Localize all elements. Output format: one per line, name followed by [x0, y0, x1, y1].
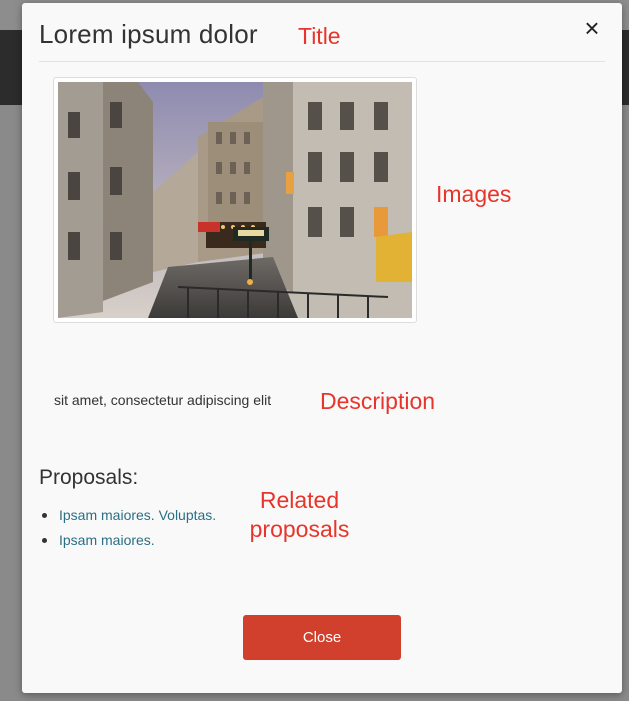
proposal-link[interactable]: Ipsam maiores. — [59, 532, 155, 548]
annotation-related-line1: Related — [259, 487, 340, 513]
annotation-description: Description — [320, 388, 436, 414]
list-item: Ipsam maiores. Voluptas. — [39, 505, 216, 530]
related-proposals-list: Ipsam maiores. Voluptas. Ipsam maiores. — [39, 505, 216, 555]
list-item: Ipsam maiores. — [39, 530, 216, 555]
annotation-related-line2: proposals — [249, 516, 350, 542]
proposals-heading: Proposals: — [39, 466, 139, 489]
annotation-related-proposals: Related proposals — [247, 486, 352, 544]
annotation-title: Title — [298, 23, 341, 49]
annotation-images: Images — [436, 181, 512, 207]
proposal-link[interactable]: Ipsam maiores. Voluptas. — [59, 507, 216, 523]
description-text: sit amet, consectetur adipiscing elit — [54, 392, 272, 408]
image-thumbnail — [53, 77, 417, 323]
close-button[interactable]: Close — [243, 615, 401, 660]
street-photo — [58, 82, 412, 318]
close-icon[interactable]: × — [579, 15, 605, 41]
proposal-modal: Lorem ipsum dolor × sit amet, consectetu… — [22, 3, 622, 693]
modal-title: Lorem ipsum dolor — [39, 19, 258, 49]
